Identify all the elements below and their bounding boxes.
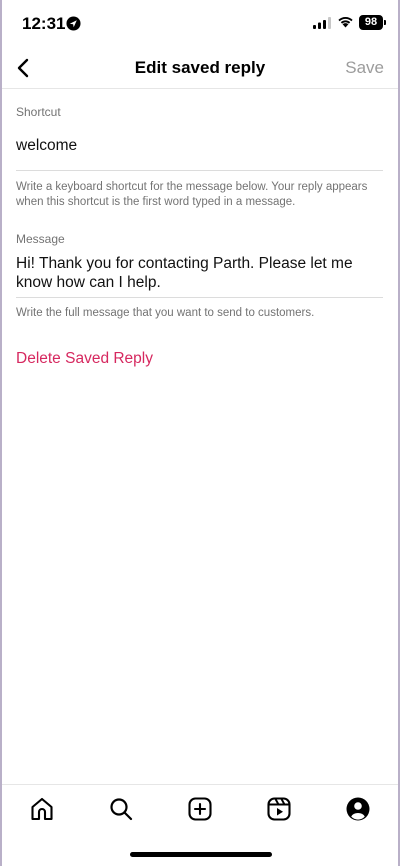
create-icon[interactable] — [187, 796, 213, 822]
header-divider — [2, 88, 398, 89]
status-time: 12:31 — [22, 14, 66, 33]
status-bar: 12:31 98 — [2, 0, 398, 48]
message-label: Message — [16, 232, 65, 246]
message-input[interactable]: Hi! Thank you for contacting Parth. Plea… — [16, 254, 376, 292]
nav-header: Edit saved reply Save — [2, 48, 398, 88]
search-icon[interactable] — [108, 796, 134, 822]
home-indicator — [130, 852, 272, 857]
message-underline — [16, 297, 383, 298]
battery-indicator: 98 — [359, 15, 386, 30]
shortcut-hint: Write a keyboard shortcut for the messag… — [16, 181, 368, 208]
shortcut-underline — [16, 170, 383, 171]
signal-icon — [313, 17, 331, 29]
save-button[interactable]: Save — [345, 58, 384, 78]
tab-bar-divider — [2, 784, 398, 785]
profile-icon[interactable] — [345, 796, 371, 822]
page-title: Edit saved reply — [134, 58, 266, 77]
shortcut-label: Shortcut — [16, 105, 61, 119]
reels-icon[interactable] — [266, 796, 292, 822]
message-hint: Write the full message that you want to … — [16, 307, 315, 319]
delete-saved-reply-button[interactable]: Delete Saved Reply — [16, 350, 153, 368]
shortcut-input[interactable]: welcome — [16, 136, 77, 155]
location-icon — [66, 16, 81, 31]
screen: 12:31 98 Edit saved reply Save Shortcut … — [2, 0, 398, 866]
home-icon[interactable] — [29, 796, 55, 822]
wifi-icon — [338, 17, 353, 28]
